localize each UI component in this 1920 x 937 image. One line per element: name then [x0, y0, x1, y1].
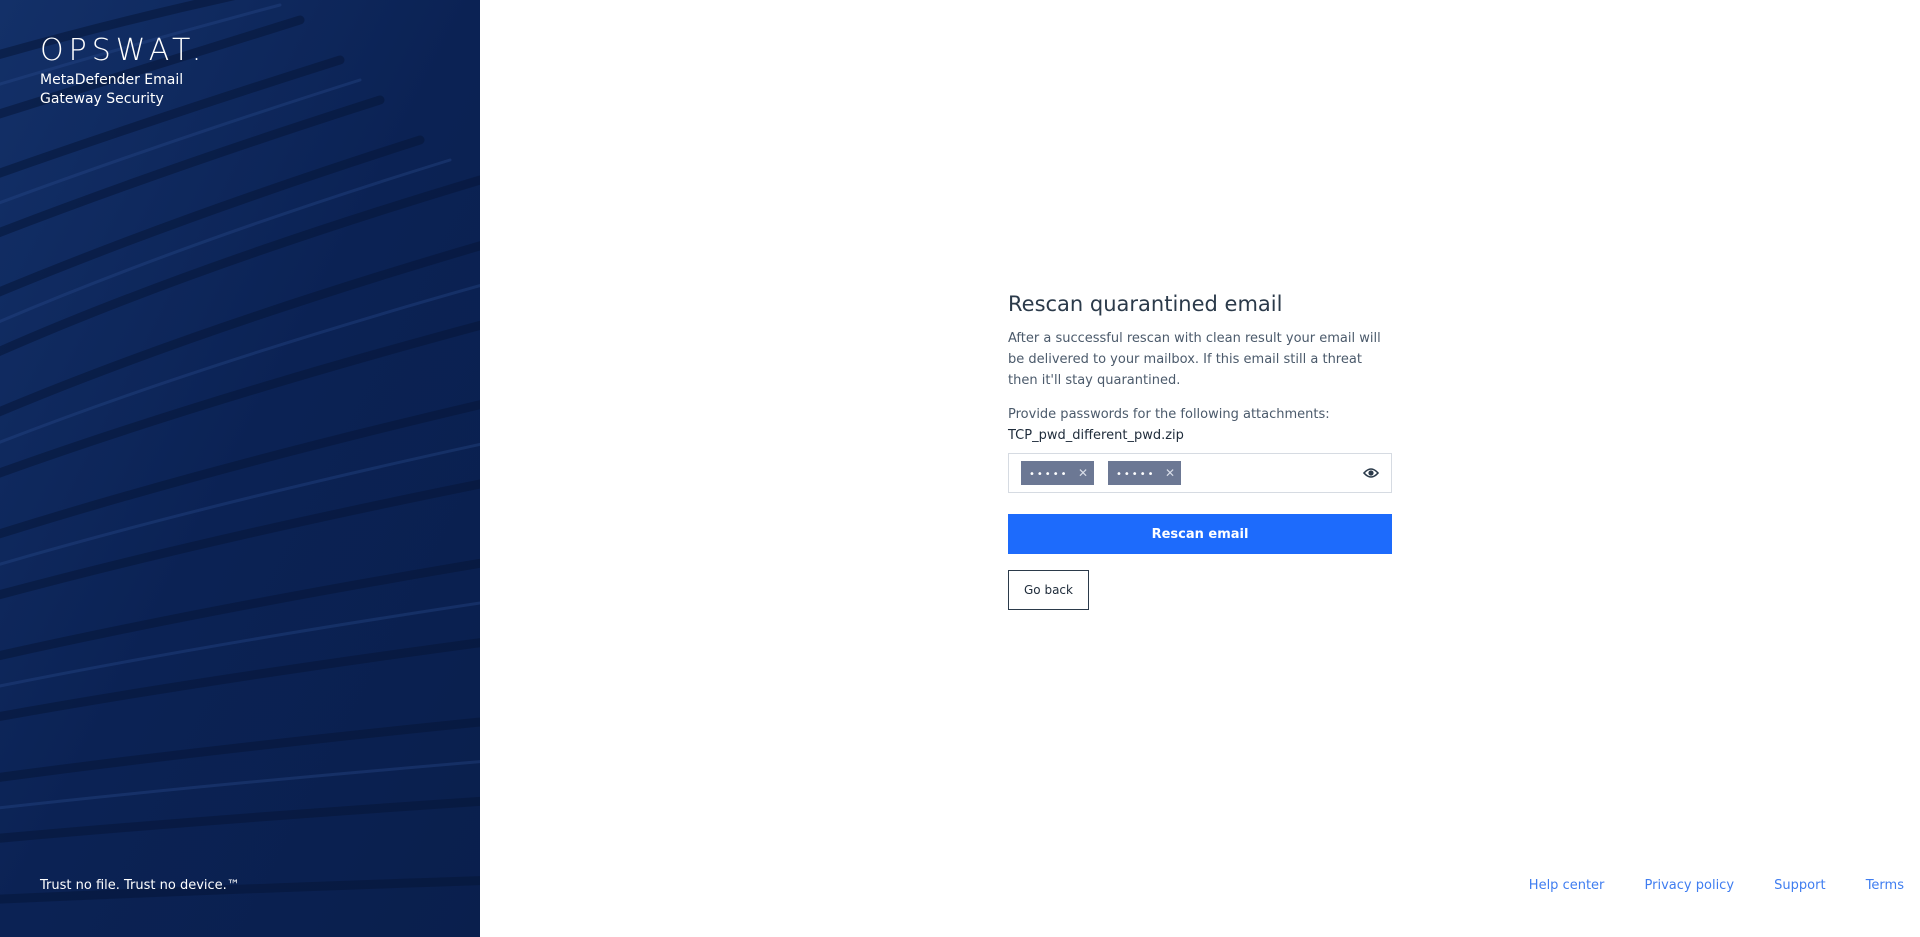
password-tag: ••••• ✕ — [1021, 461, 1095, 485]
password-tag-masked: ••••• — [1116, 469, 1156, 480]
opswat-logo: OPSWAT. — [40, 33, 207, 68]
main-content: Rescan quarantined email After a success… — [480, 0, 1920, 937]
brand-block: OPSWAT. MetaDefender Email Gateway Secur… — [40, 36, 206, 109]
footer-link-support[interactable]: Support — [1774, 878, 1825, 893]
footer-link-help-center[interactable]: Help center — [1529, 878, 1605, 893]
product-name: MetaDefender Email Gateway Security — [40, 71, 200, 109]
page-title: Rescan quarantined email — [1008, 292, 1283, 316]
sidebar-background-pattern — [0, 0, 480, 937]
password-tag: ••••• ✕ — [1108, 461, 1182, 485]
product-name-line1: MetaDefender Email — [40, 72, 184, 88]
footer-links: Help center Privacy policy Support Terms — [1493, 878, 1904, 893]
password-tag-masked: ••••• — [1029, 469, 1069, 480]
remove-password-icon[interactable]: ✕ — [1165, 466, 1175, 480]
attachment-filename: TCP_pwd_different_pwd.zip — [1008, 428, 1184, 443]
password-tags-input[interactable]: ••••• ✕ ••••• ✕ — [1008, 453, 1392, 493]
remove-password-icon[interactable]: ✕ — [1078, 466, 1088, 480]
rescan-email-button[interactable]: Rescan email — [1008, 514, 1392, 554]
tagline: Trust no file. Trust no device.™ — [40, 878, 240, 893]
eye-icon[interactable] — [1363, 466, 1379, 480]
password-prompt: Provide passwords for the following atta… — [1008, 407, 1330, 422]
go-back-button[interactable]: Go back — [1008, 570, 1089, 610]
footer-link-privacy-policy[interactable]: Privacy policy — [1645, 878, 1734, 893]
footer-link-terms[interactable]: Terms — [1866, 878, 1904, 893]
product-name-line2: Gateway Security — [40, 91, 164, 107]
brand-sidebar: OPSWAT. MetaDefender Email Gateway Secur… — [0, 0, 480, 937]
rescan-description: After a successful rescan with clean res… — [1008, 331, 1381, 388]
rescan-panel: Rescan quarantined email After a success… — [1008, 290, 1392, 610]
